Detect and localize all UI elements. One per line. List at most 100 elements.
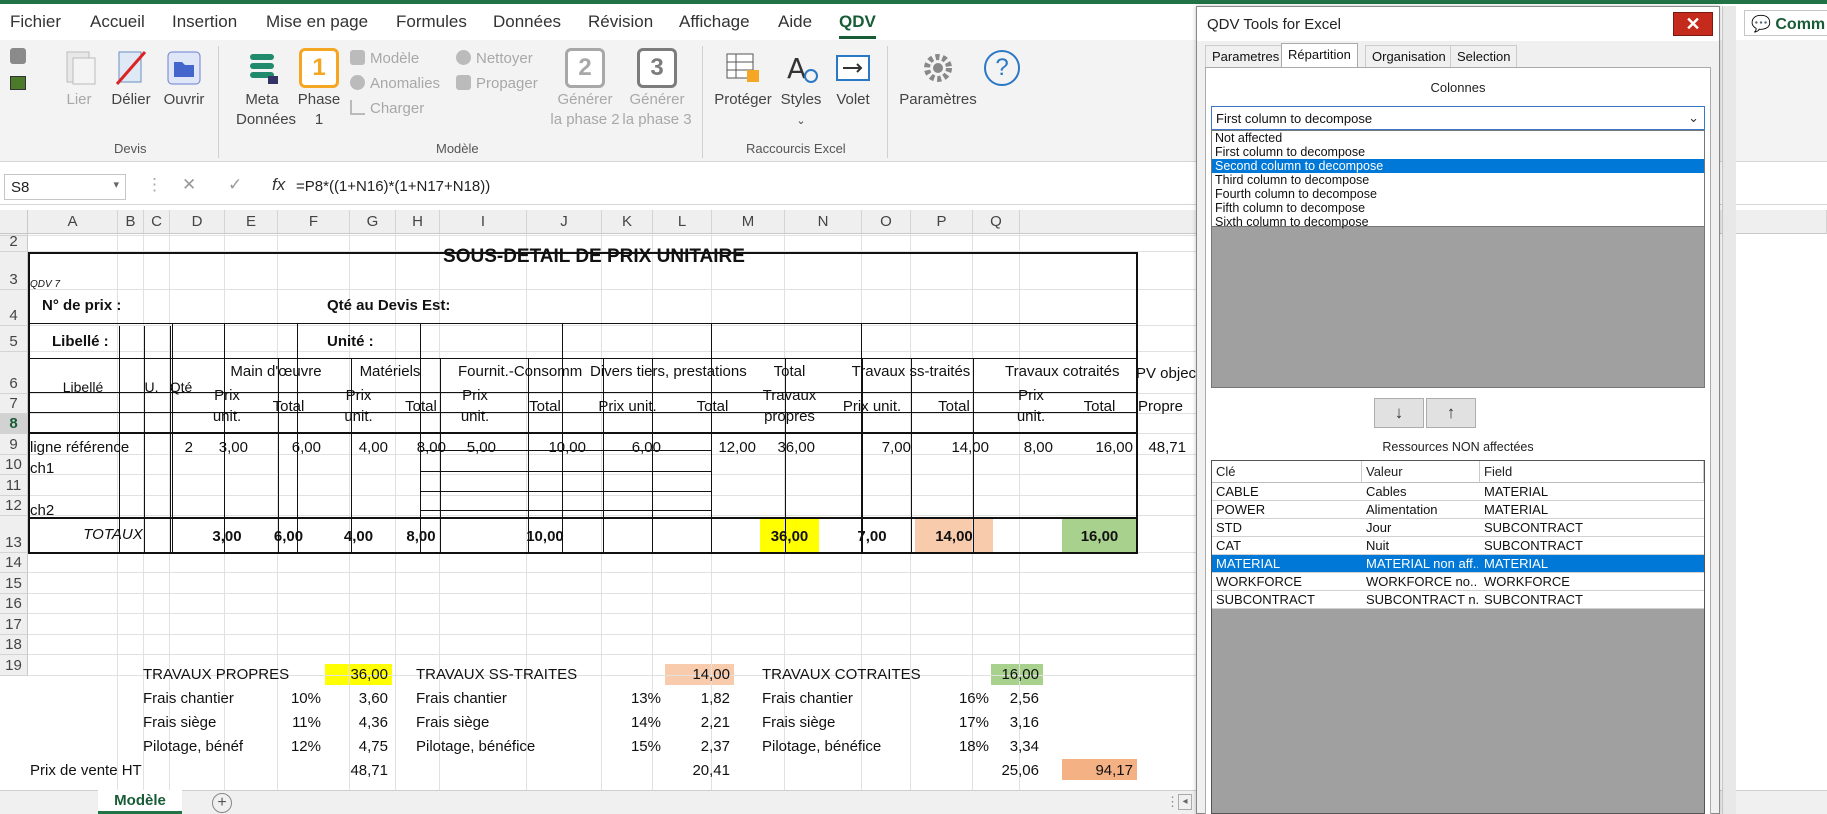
column-header-e[interactable]: E [225,210,278,234]
column-select[interactable]: First column to decompose ⌄ [1211,106,1705,130]
menu-insertion[interactable]: Insertion [172,12,237,32]
nettoyer-button[interactable]: Nettoyer [456,50,533,67]
column-header-l[interactable]: L [653,210,712,234]
row-header-3[interactable]: 3 [0,252,28,290]
row-header-10[interactable]: 10 [0,455,28,475]
cancel-icon[interactable]: ✕ [182,175,196,195]
column-header-n[interactable]: N [785,210,862,234]
option-not-affected[interactable]: Not affected [1212,131,1704,145]
resource-row[interactable]: POWER Alimentation MATERIAL [1212,501,1704,519]
resource-row[interactable]: STD Jour SUBCONTRACT [1212,519,1704,537]
column-header-h[interactable]: H [396,210,440,234]
resource-row[interactable]: SUBCONTRACT SUBCONTRACT n... SUBCONTRACT [1212,591,1704,609]
menu-revision[interactable]: Révision [588,12,653,32]
option-first-column[interactable]: First column to decompose [1212,145,1704,159]
meta-donnees-button[interactable]: Meta Données [236,48,296,130]
sheet-tab-modele[interactable]: Modèle [98,790,182,814]
lier-button[interactable]: Lier [58,48,100,110]
formula-input[interactable]: =P8*((1+N16)*(1+N17+N18)) [296,178,490,195]
generer-phase2-button[interactable]: 2 Générer la phase 2 [550,48,620,130]
row-header-17[interactable]: 17 [0,614,28,635]
row-header-14[interactable]: 14 [0,553,28,573]
resource-row[interactable]: WORKFORCE WORKFORCE no... WORKFORCE [1212,573,1704,591]
tab-parametres[interactable]: Parametres [1205,45,1287,67]
column-header-k[interactable]: K [602,210,653,234]
comments-button[interactable]: 💬 Comm [1744,10,1827,36]
scroll-left-icon[interactable]: ◂ [1178,794,1192,810]
row-header-2[interactable]: 2 [0,236,28,252]
row-header-5[interactable]: 5 [0,326,28,352]
column-header-p[interactable]: P [911,210,973,234]
charger-button[interactable]: Charger [350,100,424,117]
column-header-q[interactable]: Q [973,210,1020,234]
styles-button[interactable]: A Styles ⌄ [778,48,824,131]
col-header-field[interactable]: Field [1480,461,1704,483]
column-header-g[interactable]: G [350,210,396,234]
column-header-f[interactable]: F [278,210,350,234]
column-header-d[interactable]: D [170,210,225,234]
enter-icon[interactable]: ✓ [228,175,242,195]
column-header-o[interactable]: O [862,210,911,234]
row-header-4[interactable]: 4 [0,290,28,326]
propager-button[interactable]: Propager [456,75,538,92]
panel-scrollbar[interactable] [1722,6,1736,814]
col-header-cle[interactable]: Clé [1212,461,1362,483]
generer-phase3-button[interactable]: 3 Générer la phase 3 [622,48,692,130]
delier-button[interactable]: Délier [108,48,154,110]
column-header-b[interactable]: B [118,210,144,234]
name-box[interactable]: S8 ▾ [4,174,126,200]
resource-row[interactable]: CAT Nuit SUBCONTRACT [1212,537,1704,555]
help-icon[interactable]: ? [984,50,1020,86]
sheet-icon[interactable] [10,76,26,90]
row-header-12[interactable]: 12 [0,496,28,516]
tab-selection[interactable]: Selection [1450,45,1518,67]
row-header-9[interactable]: 9 [0,434,28,455]
select-all-corner[interactable] [0,210,28,234]
row-header-16[interactable]: 16 [0,594,28,614]
column-header-m[interactable]: M [712,210,785,234]
option-sixth-column[interactable]: Sixth column to decompose [1212,215,1704,229]
option-second-column[interactable]: Second column to decompose [1212,159,1704,173]
menu-formules[interactable]: Formules [396,12,467,32]
column-header-j[interactable]: J [527,210,602,234]
row-header-11[interactable]: 11 [0,475,28,496]
resource-row[interactable]: MATERIAL MATERIAL non aff... MATERIAL [1212,555,1704,573]
col-header-valeur[interactable]: Valeur [1362,461,1480,483]
move-down-button[interactable]: ↓ [1374,398,1424,428]
row-header-6[interactable]: 6 [0,352,28,394]
row-header-18[interactable]: 18 [0,635,28,655]
menu-mise-en-page[interactable]: Mise en page [266,12,368,32]
option-third-column[interactable]: Third column to decompose [1212,173,1704,187]
close-icon[interactable]: ✕ [1673,12,1713,36]
parametres-button[interactable]: Paramètres [898,48,978,110]
resource-row[interactable]: CABLE Cables MATERIAL [1212,483,1704,501]
fx-icon[interactable]: fx [272,175,285,195]
row-header-15[interactable]: 15 [0,573,28,594]
anomalies-button[interactable]: Anomalies [350,75,440,92]
menu-donnees[interactable]: Données [493,12,561,32]
row-header-7[interactable]: 7 [0,394,28,414]
ouvrir-button[interactable]: Ouvrir [161,48,207,110]
cube-icon[interactable] [10,48,26,64]
menu-aide[interactable]: Aide [778,12,812,32]
menu-accueil[interactable]: Accueil [90,12,145,32]
proteger-button[interactable]: Protéger [712,48,774,110]
column-header-a[interactable]: A [28,210,118,234]
row-header-19[interactable]: 19 [0,655,28,676]
row-header-8[interactable]: 8 [0,414,28,434]
phase1-button[interactable]: 1 Phase 1 [296,48,342,130]
worksheet-grid[interactable]: SOUS-DETAIL DE PRIX UNITAIRE QDV 7 N° de… [28,234,1200,790]
menu-affichage[interactable]: Affichage [679,12,750,32]
modele-button[interactable]: Modèle [350,50,419,67]
menu-fichier[interactable]: Fichier [10,12,61,32]
add-sheet-icon[interactable]: + [212,793,232,813]
volet-button[interactable]: Volet [830,48,876,110]
row-header-13[interactable]: 13 [0,516,28,553]
tab-organisation[interactable]: Organisation [1365,45,1453,67]
option-fourth-column[interactable]: Fourth column to decompose [1212,187,1704,201]
column-header-c[interactable]: C [144,210,170,234]
option-fifth-column[interactable]: Fifth column to decompose [1212,201,1704,215]
column-header-i[interactable]: I [440,210,527,234]
menu-qdv[interactable]: QDV [839,12,876,39]
tab-repartition[interactable]: Répartition [1281,43,1358,68]
